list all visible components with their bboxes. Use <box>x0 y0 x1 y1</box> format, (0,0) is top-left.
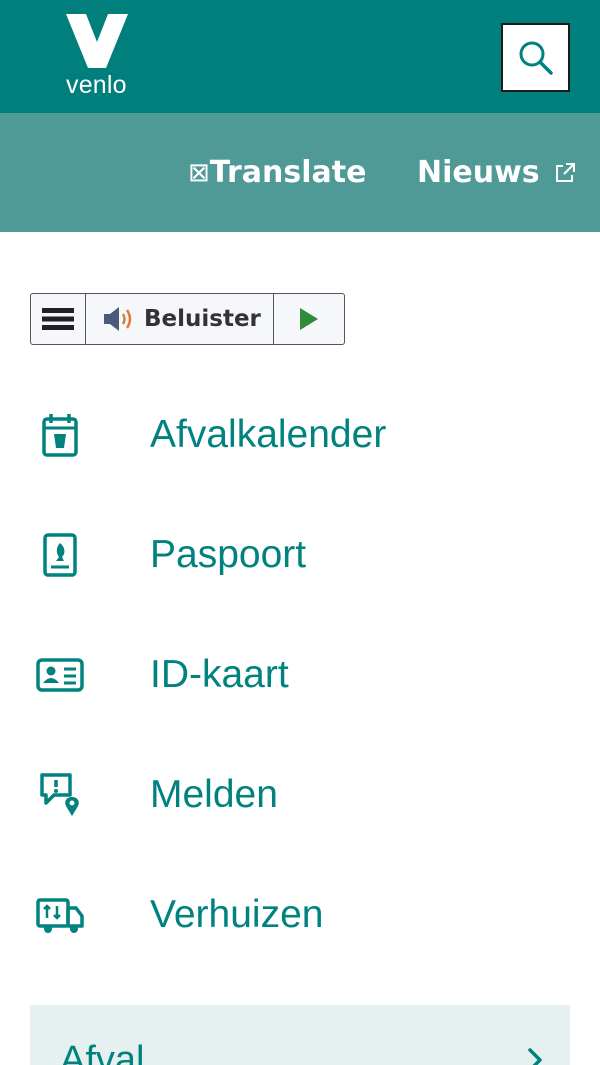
venlo-v-icon <box>66 14 128 68</box>
listen-button[interactable]: Beluister <box>86 294 274 344</box>
service-nav: ⊠ Translate Nieuws <box>0 113 600 232</box>
quick-link-afvalkalender[interactable]: Afvalkalender <box>0 375 600 495</box>
translate-icon: ⊠ <box>188 157 210 188</box>
play-button[interactable] <box>274 294 344 344</box>
search-button[interactable] <box>501 23 570 92</box>
news-label: Nieuws <box>417 155 540 190</box>
translate-label: Translate <box>209 155 367 190</box>
afval-panel[interactable]: Afval <box>30 1005 570 1065</box>
news-link[interactable]: Nieuws <box>417 113 576 232</box>
speaker-icon <box>104 307 132 331</box>
quick-link-label: Melden <box>150 773 278 816</box>
play-icon <box>300 308 318 330</box>
site-header: venlo <box>0 0 600 113</box>
external-link-icon <box>554 162 576 184</box>
quick-link-melden[interactable]: Melden <box>0 735 600 855</box>
translate-link[interactable]: ⊠ Translate <box>188 113 366 232</box>
quick-link-id-kaart[interactable]: ID-kaart <box>0 615 600 735</box>
quick-link-label: Verhuizen <box>150 893 324 936</box>
report-location-icon <box>40 773 79 816</box>
afval-panel-label: Afval <box>60 1039 145 1065</box>
waste-calendar-icon <box>42 414 78 457</box>
quick-link-verhuizen[interactable]: Verhuizen <box>0 855 600 975</box>
quick-link-paspoort[interactable]: Paspoort <box>0 495 600 615</box>
readspeaker-bar: Beluister <box>30 293 345 345</box>
listen-label: Beluister <box>144 306 261 332</box>
passport-icon <box>43 533 77 577</box>
id-card-icon <box>36 658 84 692</box>
chevron-right-icon <box>528 1048 542 1065</box>
quick-link-label: ID-kaart <box>150 653 289 696</box>
menu-icon <box>42 308 74 330</box>
logo-text: venlo <box>66 71 127 99</box>
readspeaker-menu-button[interactable] <box>31 294 86 344</box>
search-icon <box>519 41 553 75</box>
quick-link-label: Paspoort <box>150 533 307 576</box>
moving-truck-icon <box>36 898 84 933</box>
quick-link-label: Afvalkalender <box>150 413 387 456</box>
